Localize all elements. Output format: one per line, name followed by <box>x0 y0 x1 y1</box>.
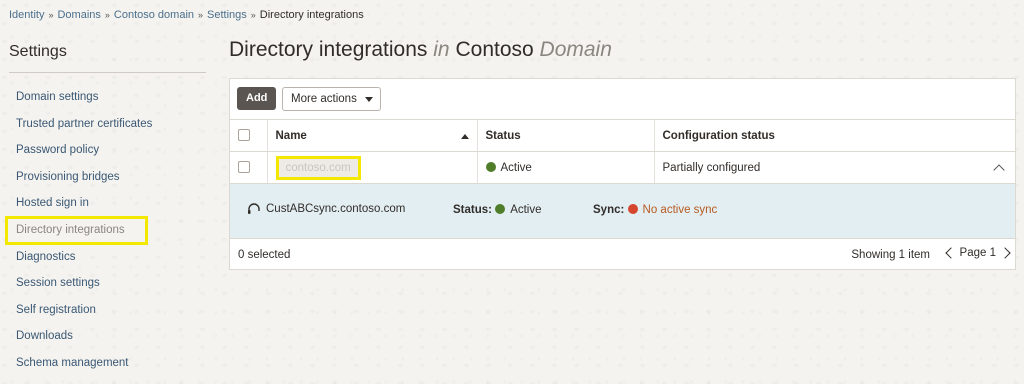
chevron-up-icon[interactable] <box>993 163 1005 176</box>
column-header-name-label: Name <box>275 129 307 142</box>
breadcrumb-separator: » <box>250 10 256 20</box>
more-actions-button[interactable]: More actions <box>282 87 381 111</box>
row-name-link[interactable]: contoso.com <box>275 155 361 180</box>
sidebar-item-hosted-sign-in[interactable]: Hosted sign in <box>6 190 206 217</box>
more-actions-label: More actions <box>291 93 357 105</box>
breadcrumb-current: Directory integrations <box>259 9 364 21</box>
detail-status-label: Status: <box>453 204 492 216</box>
detail-host-name: CustABCsync.contoso.com <box>266 203 406 215</box>
sidebar: Settings Domain settings Trusted partner… <box>0 0 215 384</box>
sidebar-item-password-policy[interactable]: Password policy <box>6 137 206 164</box>
page-title-main: Directory integrations <box>229 38 428 61</box>
table-row[interactable]: contoso.com Active Partially configured <box>230 151 1015 184</box>
sidebar-item-self-registration[interactable]: Self registration <box>6 297 206 324</box>
page-title-org: Contoso <box>455 38 534 61</box>
sidebar-item-schema-management[interactable]: Schema management <box>6 350 206 377</box>
row-name-cell: contoso.com <box>266 151 477 184</box>
detail-sync-label: Sync: <box>593 204 625 216</box>
sidebar-item-domain-settings[interactable]: Domain settings <box>6 84 206 111</box>
headset-icon <box>248 203 260 214</box>
row-config-status: Partially configured <box>662 161 761 174</box>
sidebar-divider <box>9 72 206 73</box>
sidebar-nav: Domain settings Trusted partner certific… <box>5 84 206 377</box>
select-all-cell <box>230 119 267 152</box>
page-title: Directory integrations in Contoso Domain <box>229 38 612 62</box>
row-config-status-cell: Partially configured <box>653 151 1015 184</box>
column-header-status: Status <box>476 119 654 152</box>
detail-sync: Sync: No active sync <box>593 204 717 216</box>
row-detail-panel: CustABCsync.contoso.com Status: Active S… <box>230 184 1015 239</box>
sidebar-item-directory-integrations[interactable]: Directory integrations <box>5 215 148 245</box>
column-header-name[interactable]: Name <box>266 119 477 152</box>
sort-ascending-icon[interactable] <box>460 133 469 139</box>
select-all-checkbox[interactable] <box>238 129 250 142</box>
pager: Page 1 <box>944 247 1011 259</box>
page-title-in: in <box>433 38 450 61</box>
sidebar-item-diagnostics[interactable]: Diagnostics <box>6 244 206 271</box>
row-status: Active <box>500 161 532 174</box>
row-select-cell <box>230 151 267 184</box>
sidebar-item-downloads[interactable]: Downloads <box>6 323 206 350</box>
integrations-panel: Add More actions Name Status Configurati… <box>229 78 1016 270</box>
add-button[interactable]: Add <box>237 87 277 110</box>
selected-count: 0 selected <box>238 249 291 261</box>
toolbar: Add More actions <box>230 79 1015 119</box>
status-active-icon <box>485 161 496 172</box>
sidebar-item-trusted-partner-certificates[interactable]: Trusted partner certificates <box>6 111 206 138</box>
caret-down-icon <box>364 96 373 102</box>
sidebar-item-session-settings[interactable]: Session settings <box>6 270 206 297</box>
status-active-icon <box>495 204 506 214</box>
sidebar-title: Settings <box>9 43 67 60</box>
detail-status: Status: Active <box>453 204 542 216</box>
page-label: Page 1 <box>959 247 996 259</box>
detail-host: CustABCsync.contoso.com <box>246 201 405 217</box>
chevron-left-icon[interactable] <box>944 247 957 259</box>
chevron-right-icon[interactable] <box>999 247 1011 259</box>
table-header-row: Name Status Configuration status <box>230 119 1015 152</box>
detail-sync-value: No active sync <box>642 204 718 216</box>
page-title-domain: Domain <box>539 38 612 61</box>
sidebar-item-provisioning-bridges[interactable]: Provisioning bridges <box>6 164 206 191</box>
detail-status-value: Active <box>510 204 542 216</box>
integrations-table: Name Status Configuration status contoso… <box>230 119 1015 184</box>
row-status-cell: Active <box>476 151 654 184</box>
showing-count: Showing 1 item <box>851 249 930 261</box>
table-footer: 0 selected Showing 1 item Page 1 <box>230 239 1015 272</box>
row-checkbox[interactable] <box>238 161 250 174</box>
sync-inactive-icon <box>627 204 638 214</box>
column-header-configuration-status: Configuration status <box>653 119 1015 152</box>
